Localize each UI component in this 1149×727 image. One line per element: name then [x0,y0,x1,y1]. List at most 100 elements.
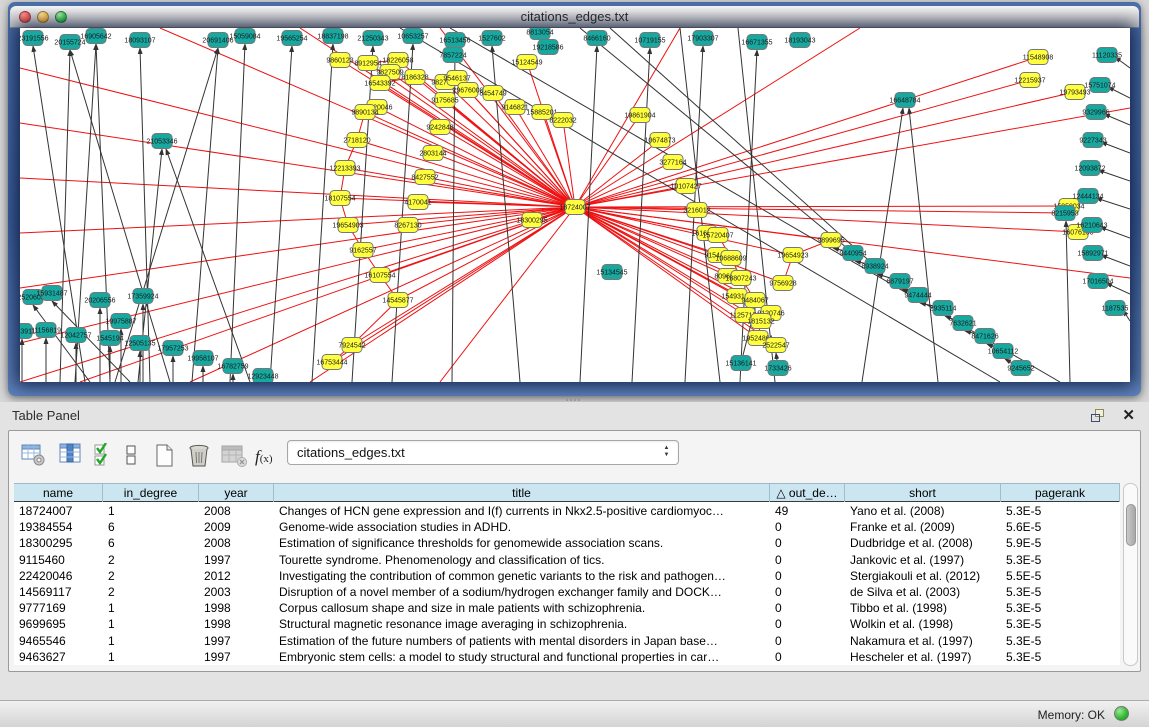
table-cell[interactable]: 5.3E-5 [1001,600,1120,616]
table-cell[interactable]: Disruption of a novel member of a sodium… [274,584,770,600]
table-cell[interactable]: 2012 [199,568,274,584]
column-header-year[interactable]: year [199,484,274,502]
table-cell[interactable]: 5.3E-5 [1001,503,1120,519]
table-cell[interactable]: 22420046 [14,568,103,584]
table-row[interactable]: 911546021997Tourette syndrome. Phenomeno… [14,552,1120,568]
close-panel-icon[interactable]: ✕ [1122,406,1135,424]
table-cell[interactable]: Wolkin et al. (1998) [845,616,1001,632]
table-cell[interactable]: 19384554 [14,519,103,535]
table-cell[interactable]: 2 [103,552,199,568]
table-cell[interactable]: Structural magnetic resonance image aver… [274,616,770,632]
table-cell[interactable]: 5.6E-5 [1001,519,1120,535]
table-cell[interactable]: 1 [103,600,199,616]
table-cell[interactable]: 1998 [199,616,274,632]
column-header-pagerank[interactable]: pagerank [1001,484,1120,502]
select-all-icon[interactable] [93,443,121,469]
table-cell[interactable]: Jankovic et al. (1997) [845,552,1001,568]
table-cell[interactable]: 1997 [199,649,274,665]
table-cell[interactable]: 0 [770,633,845,649]
table-row[interactable]: 1456911722003Disruption of a novel membe… [14,584,1120,600]
table-cell[interactable]: Embryonic stem cells: a model to study s… [274,649,770,665]
table-cell[interactable]: 2 [103,568,199,584]
table-cell[interactable]: Nakamura et al. (1997) [845,633,1001,649]
table-cell[interactable]: 0 [770,535,845,551]
column-header-name[interactable]: name [14,484,103,502]
table-row[interactable]: 946554611997Estimation of the future num… [14,633,1120,649]
table-cell[interactable]: Tibbo et al. (1998) [845,600,1001,616]
table-cell[interactable]: 5.9E-5 [1001,535,1120,551]
delete-column-icon[interactable] [221,443,249,469]
table-cell[interactable]: 9777169 [14,600,103,616]
column-header-out_de[interactable]: △ out_de… [770,484,845,502]
memory-status-icon[interactable] [1114,706,1129,721]
table-cell[interactable]: 1 [103,649,199,665]
table-cell[interactable]: 5.5E-5 [1001,568,1120,584]
column-header-title[interactable]: title [274,484,770,502]
table-cell[interactable]: 2009 [199,519,274,535]
table-cell[interactable]: 1997 [199,552,274,568]
table-cell[interactable]: 9699695 [14,616,103,632]
table-row[interactable]: 1938455462009Genome-wide association stu… [14,519,1120,535]
table-cell[interactable]: 5.3E-5 [1001,552,1120,568]
table-cell[interactable]: Estimation of the future numbers of pati… [274,633,770,649]
table-selector-dropdown[interactable]: citations_edges.txt ▲▼ [287,440,679,465]
table-cell[interactable]: 18300295 [14,535,103,551]
table-cell[interactable]: 2003 [199,584,274,600]
table-cell[interactable]: 1 [103,616,199,632]
table-cell[interactable]: Genome-wide association studies in ADHD. [274,519,770,535]
scrollbar-thumb[interactable] [1126,504,1136,546]
table-row[interactable]: 969969511998Structural magnetic resonanc… [14,616,1120,632]
table-cell[interactable]: 18724007 [14,503,103,519]
table-cell[interactable]: Dudbridge et al. (2008) [845,535,1001,551]
table-cell[interactable]: 5.3E-5 [1001,633,1120,649]
table-cell[interactable]: 1998 [199,600,274,616]
vertical-scrollbar[interactable] [1123,483,1138,666]
float-panel-icon[interactable] [1091,409,1107,423]
table-cell[interactable]: 0 [770,600,845,616]
table-cell[interactable]: 5.3E-5 [1001,616,1120,632]
table-cell[interactable]: Changes of HCN gene expression and I(f) … [274,503,770,519]
table-cell[interactable]: 49 [770,503,845,519]
column-header-short[interactable]: short [845,484,1001,502]
table-cell[interactable]: 0 [770,568,845,584]
table-cell[interactable]: Estimation of significance thresholds fo… [274,535,770,551]
table-cell[interactable]: 9465546 [14,633,103,649]
table-cell[interactable]: 0 [770,552,845,568]
table-cell[interactable]: 5.3E-5 [1001,649,1120,665]
select-columns-icon[interactable] [59,443,87,469]
table-row[interactable]: 946362711997Embryonic stem cells: a mode… [14,649,1120,665]
table-cell[interactable]: 6 [103,535,199,551]
table-row[interactable]: 1830029562008Estimation of significance … [14,535,1120,551]
delete-table-icon[interactable] [187,443,215,469]
table-cell[interactable]: Tourette syndrome. Phenomenology and cla… [274,552,770,568]
table-row[interactable]: 1872400712008Changes of HCN gene express… [14,503,1120,519]
new-document-icon[interactable] [153,443,181,469]
table-settings-icon[interactable] [21,443,49,469]
table-cell[interactable]: 2008 [199,535,274,551]
table-cell[interactable]: 2008 [199,503,274,519]
table-row[interactable]: 2242004622012Investigating the contribut… [14,568,1120,584]
table-cell[interactable]: 1 [103,503,199,519]
table-cell[interactable]: 14569117 [14,584,103,600]
table-cell[interactable]: 0 [770,649,845,665]
table-cell[interactable]: 1997 [199,633,274,649]
table-cell[interactable]: 1 [103,633,199,649]
window-titlebar[interactable]: citations_edges.txt [10,6,1139,28]
table-cell[interactable]: 2 [103,584,199,600]
table-cell[interactable]: 9463627 [14,649,103,665]
table-cell[interactable]: 0 [770,519,845,535]
table-cell[interactable]: de Silva et al. (2003) [845,584,1001,600]
function-builder-icon[interactable]: f(x) [255,447,283,473]
table-cell[interactable]: 9115460 [14,552,103,568]
table-cell[interactable]: 5.3E-5 [1001,584,1120,600]
table-cell[interactable]: Yano et al. (2008) [845,503,1001,519]
table-cell[interactable]: Stergiakouli et al. (2012) [845,568,1001,584]
table-cell[interactable]: 0 [770,584,845,600]
network-canvas[interactable]: 1872400718300295986012389129541822605898… [20,28,1130,382]
table-cell[interactable]: 0 [770,616,845,632]
table-row[interactable]: 977716911998Corpus callosum shape and si… [14,600,1120,616]
splitter-grip-icon[interactable] [566,397,580,401]
row-height-icon[interactable] [123,443,151,469]
table-cell[interactable]: 6 [103,519,199,535]
column-header-in_degree[interactable]: in_degree [103,484,199,502]
